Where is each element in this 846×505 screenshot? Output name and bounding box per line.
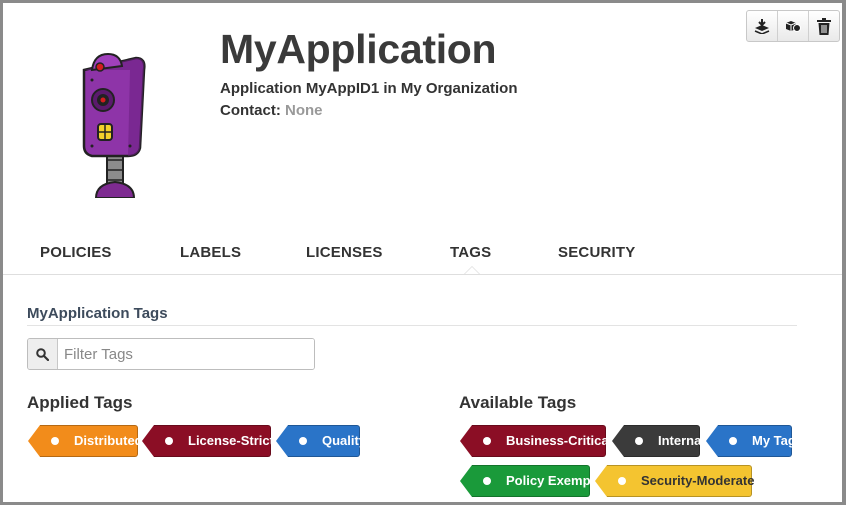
tag-label: Business-Critical [506, 433, 613, 448]
trash-icon [817, 17, 831, 35]
action-toolbar [746, 10, 840, 42]
applied-tag[interactable]: Quality [276, 425, 366, 457]
available-tag[interactable]: My Tag [706, 425, 796, 457]
filter-tags-input[interactable] [58, 339, 314, 369]
filter-tags-field [27, 338, 315, 370]
tag-label: Security-Moderate [641, 473, 755, 488]
active-tab-indicator [464, 266, 480, 274]
tag-hole-icon [299, 437, 307, 445]
applied-tag[interactable]: Distributed [28, 425, 143, 457]
section-title: MyApplication Tags [27, 305, 168, 322]
tag-label: My Tag [752, 433, 796, 448]
evaluate-button[interactable] [747, 11, 778, 41]
tag-hole-icon [618, 477, 626, 485]
available-tag[interactable]: Policy Exempt [460, 465, 595, 497]
tab-security[interactable]: SECURITY [558, 244, 635, 261]
tab-policies[interactable]: POLICIES [40, 244, 112, 261]
robot-avatar [82, 52, 146, 198]
tab-bar: POLICIES LABELS LICENSES TAGS SECURITY [3, 232, 842, 275]
application-subtitle: Application MyAppID1 in My Organization [220, 80, 518, 97]
tag-hole-icon [483, 437, 491, 445]
tag-hole-icon [51, 437, 59, 445]
available-tag[interactable]: Business-Critical [460, 425, 612, 457]
tag-hole-icon [483, 477, 491, 485]
available-tag[interactable]: Security-Moderate [595, 465, 755, 497]
cubes-icon [785, 21, 801, 32]
contact-line: Contact: None [220, 102, 323, 119]
available-tag[interactable]: Internal [612, 425, 705, 457]
tab-tags[interactable]: TAGS [450, 244, 491, 261]
tag-label: Policy Exempt [506, 473, 595, 488]
tag-label: Distributed [74, 433, 143, 448]
contact-label: Contact: [220, 102, 281, 119]
components-button[interactable] [778, 11, 809, 41]
tag-hole-icon [635, 437, 643, 445]
section-divider [27, 325, 797, 326]
applied-tag[interactable]: License-Strict [142, 425, 274, 457]
applied-tags-title: Applied Tags [27, 393, 133, 412]
tag-label: Quality [322, 433, 367, 448]
tag-hole-icon [165, 437, 173, 445]
search-icon [28, 339, 58, 369]
tab-licenses[interactable]: LICENSES [306, 244, 383, 261]
layers-icon [754, 19, 770, 34]
tag-label: License-Strict [188, 433, 274, 448]
page-title: MyApplication [220, 26, 497, 72]
delete-button[interactable] [809, 11, 839, 41]
tag-hole-icon [729, 437, 737, 445]
tab-labels[interactable]: LABELS [180, 244, 241, 261]
tag-label: Internal [658, 433, 705, 448]
contact-value[interactable]: None [285, 102, 323, 119]
available-tags-title: Available Tags [459, 393, 577, 412]
